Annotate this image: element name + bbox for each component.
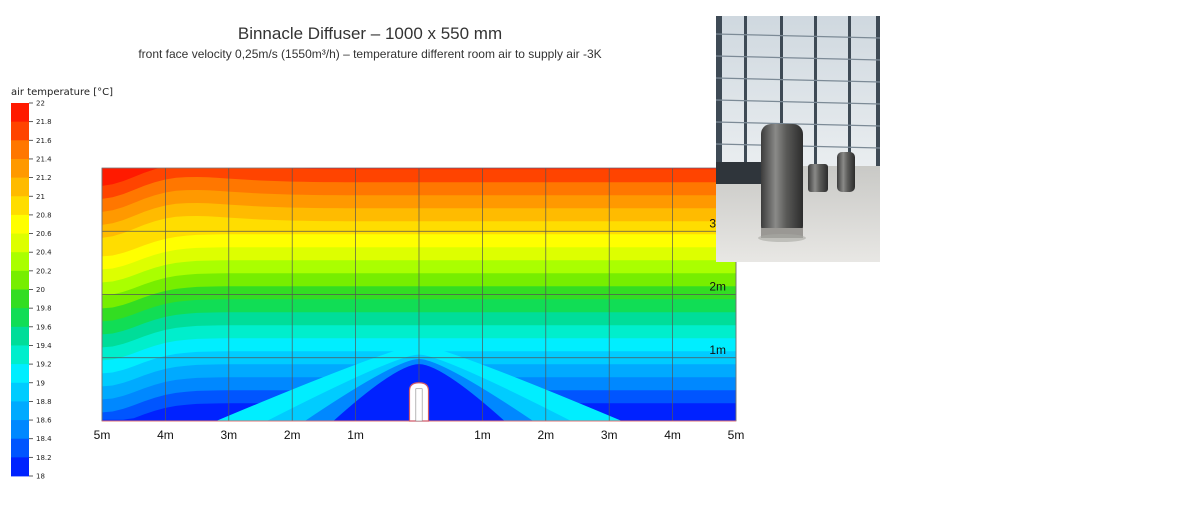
x-tick-label: 5m: [94, 428, 111, 442]
temperature-plot: 5m4m3m2m1m1m2m3m4m5m3m2m1m: [94, 167, 745, 442]
x-tick-label: 4m: [664, 428, 681, 442]
x-tick-label: 1m: [474, 428, 491, 442]
diffuser-core: [415, 388, 423, 422]
x-tick-label: 3m: [220, 428, 237, 442]
height-label: 1m: [709, 343, 726, 357]
x-tick-label: 2m: [284, 428, 301, 442]
diffuser-photo: [716, 16, 880, 262]
x-tick-label: 1m: [347, 428, 364, 442]
colorbar-tick-label: 18: [36, 473, 45, 481]
colorbar-swatch: [11, 457, 29, 477]
height-label: 2m: [709, 280, 726, 294]
x-tick-label: 3m: [601, 428, 618, 442]
x-tick-label: 4m: [157, 428, 174, 442]
x-tick-label: 5m: [728, 428, 745, 442]
x-tick-label: 2m: [537, 428, 554, 442]
